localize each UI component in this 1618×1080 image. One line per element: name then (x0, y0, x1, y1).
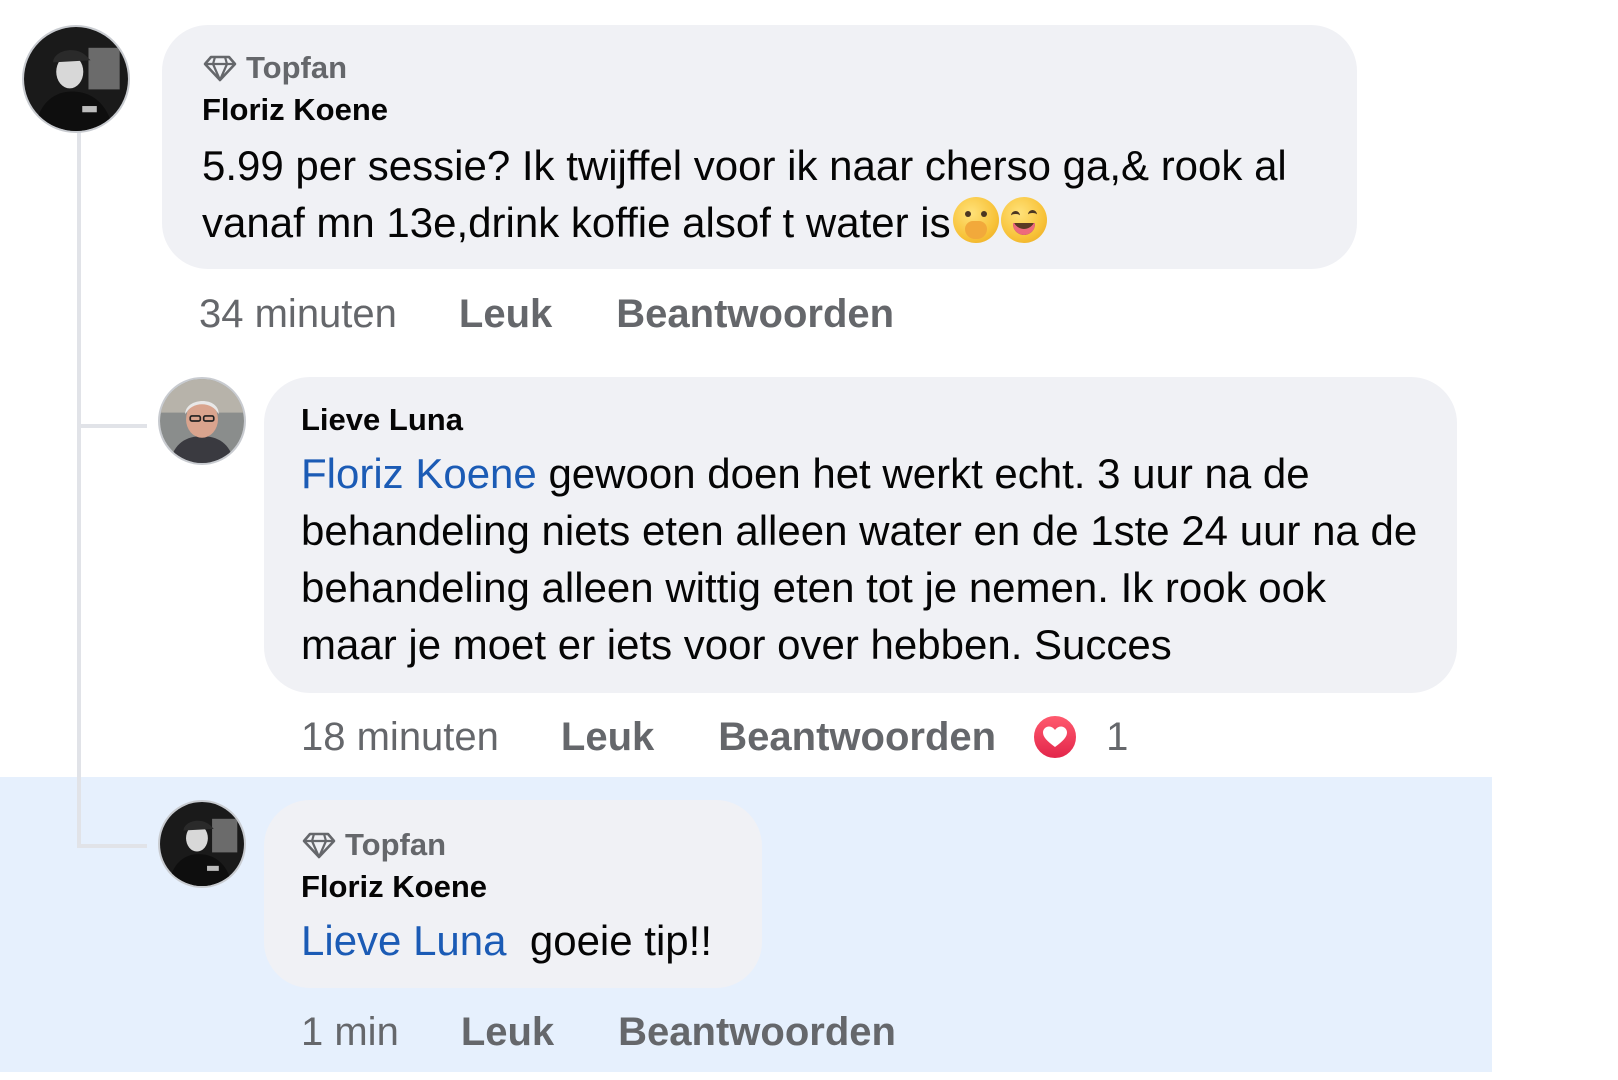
diamond-icon (302, 832, 336, 859)
comment-body: 5.99 per sessie? Ik twijffel voor ik naa… (202, 142, 1287, 246)
diamond-icon (203, 55, 237, 82)
profile-photo (24, 27, 128, 131)
comment-text: 5.99 per sessie? Ik twijffel voor ik naa… (202, 137, 1317, 251)
thread-branch-line (77, 844, 147, 848)
heart-icon (1032, 714, 1079, 760)
comment-bubble: Lieve Luna Floriz Koene gewoon doen het … (264, 377, 1457, 693)
avatar-lieve-luna[interactable] (158, 377, 246, 465)
like-button[interactable]: Leuk (461, 1008, 554, 1056)
comment-timestamp[interactable]: 18 minuten (301, 713, 499, 761)
thread-connector-line (77, 130, 81, 848)
reply-button[interactable]: Beantwoorden (718, 713, 996, 761)
badge-label: Topfan (246, 50, 348, 85)
comment-author[interactable]: Lieve Luna (301, 399, 1427, 441)
like-button[interactable]: Leuk (459, 290, 552, 338)
comment-text: Floriz Koene gewoon doen het werkt echt.… (301, 445, 1427, 673)
reply-button[interactable]: Beantwoorden (616, 290, 894, 338)
badge-label: Topfan (345, 827, 447, 862)
top-fan-badge[interactable]: Topfan (301, 824, 732, 866)
comment-bubble: Topfan Floriz Koene 5.99 per sessie? Ik … (162, 25, 1357, 269)
comment-timestamp[interactable]: 34 minuten (199, 290, 397, 338)
profile-photo (160, 802, 244, 886)
comment-author[interactable]: Floriz Koene (202, 89, 1317, 131)
winking-face-with-tongue-icon (1000, 197, 1047, 243)
thread-branch-line (77, 424, 147, 428)
reply-button[interactable]: Beantwoorden (618, 1008, 896, 1056)
comment-timestamp[interactable]: 1 min (301, 1008, 399, 1056)
comment-actions: 18 minuten Leuk Beantwoorden 1 (301, 713, 1128, 761)
avatar-floriz-koene[interactable] (158, 800, 246, 888)
comment-author[interactable]: Floriz Koene (301, 866, 732, 908)
like-button[interactable]: Leuk (561, 713, 654, 761)
comment-actions: 1 min Leuk Beantwoorden (301, 1008, 896, 1056)
comment-bubble: Topfan Floriz Koene Lieve Luna goeie tip… (264, 800, 762, 988)
avatar-floriz-koene[interactable] (22, 25, 130, 133)
reaction-summary[interactable]: 1 (1032, 713, 1128, 761)
top-fan-badge[interactable]: Topfan (202, 47, 1317, 89)
mention-link[interactable]: Floriz Koene (301, 450, 537, 497)
comment-actions: 34 minuten Leuk Beantwoorden (199, 290, 894, 338)
comment-text: Lieve Luna goeie tip!! (301, 912, 732, 969)
profile-photo (160, 379, 244, 463)
mention-link[interactable]: Lieve Luna (301, 917, 507, 964)
face-with-hand-over-mouth-icon (952, 197, 999, 243)
reaction-count: 1 (1106, 715, 1129, 759)
comment-body: goeie tip!! (506, 917, 712, 964)
